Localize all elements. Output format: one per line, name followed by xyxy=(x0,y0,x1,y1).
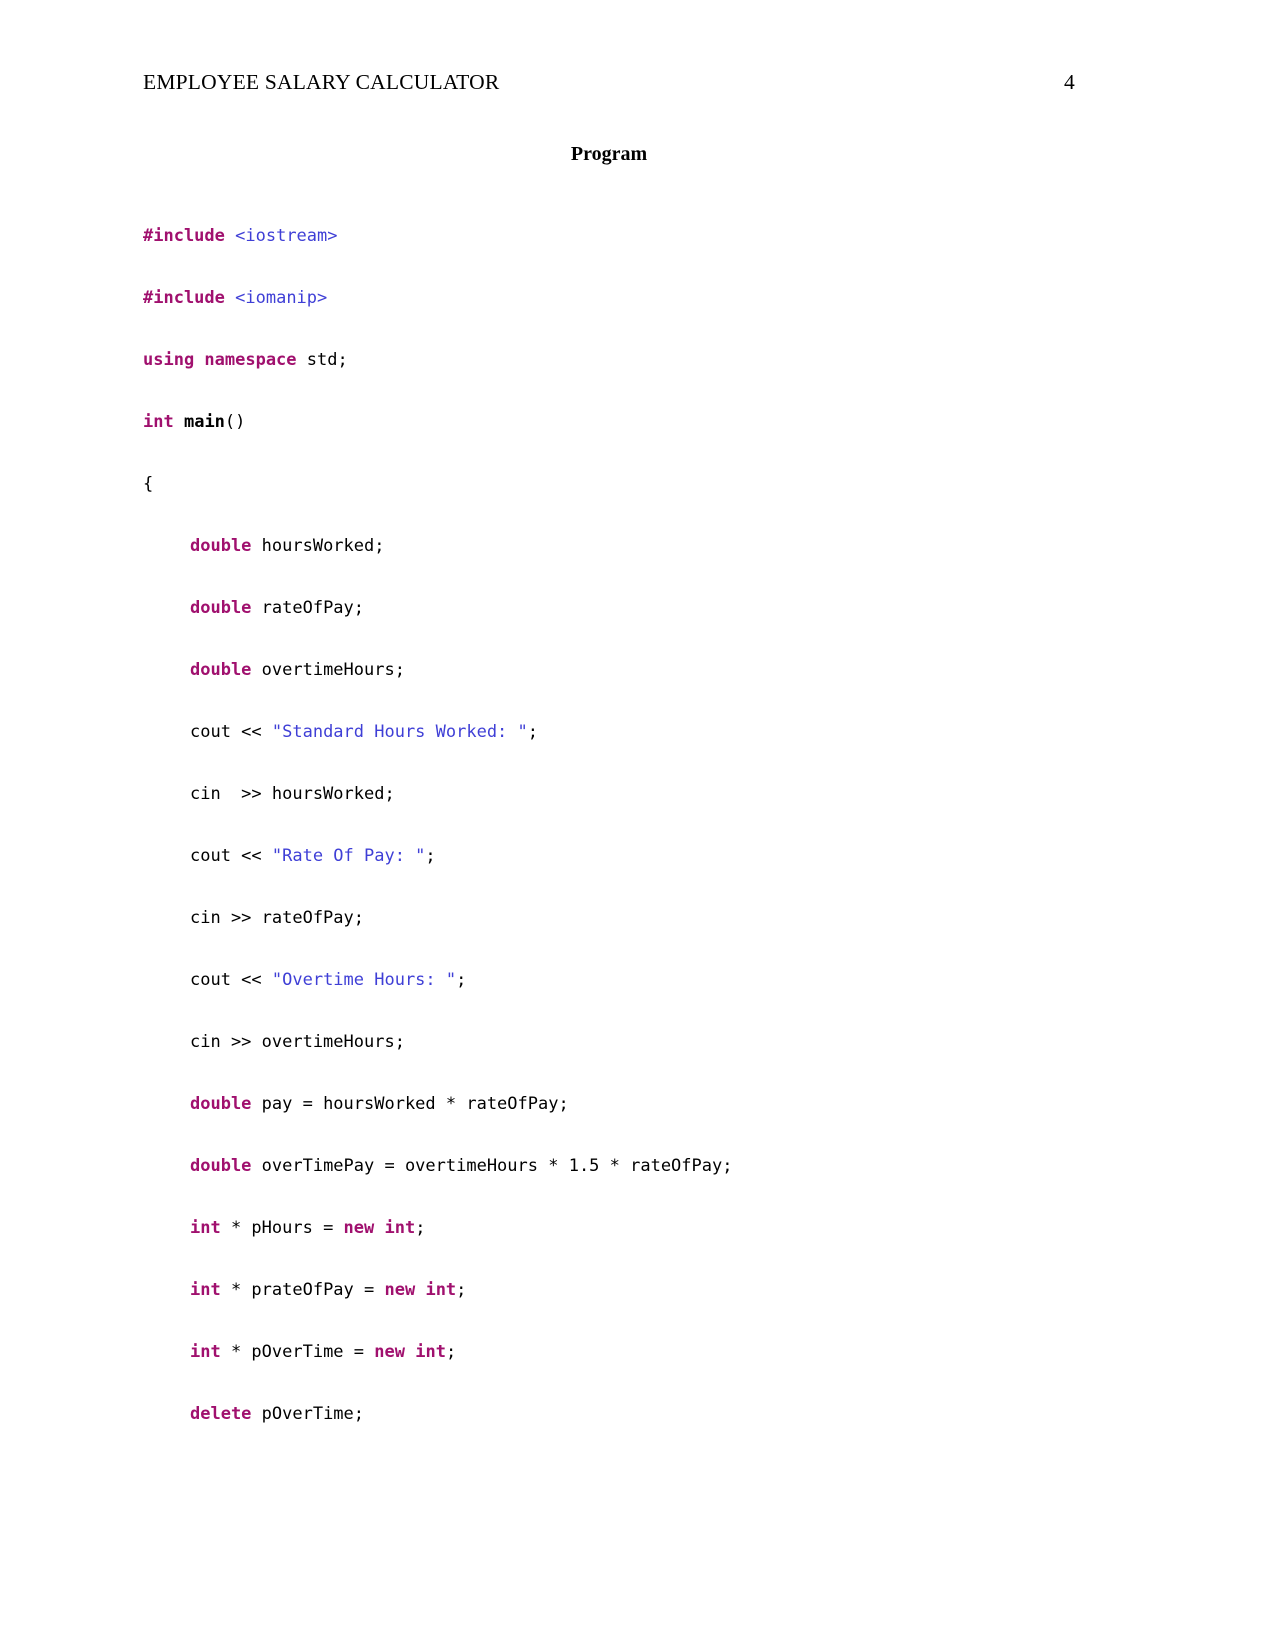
code-token-plain: ; xyxy=(456,1280,467,1300)
code-token-string: "Overtime Hours: " xyxy=(271,970,457,990)
code-line: #include <iostream> xyxy=(143,205,1143,267)
code-token-plain: pOverTime; xyxy=(251,1404,365,1424)
code-token-keyword: int xyxy=(415,1342,446,1362)
code-line: int * pHours = new int; xyxy=(143,1197,1143,1259)
code-token-plain: cout << xyxy=(190,722,272,742)
code-line: int * prateOfPay = new int; xyxy=(143,1259,1143,1321)
code-token-keyword: #include xyxy=(143,226,225,246)
code-line: double rateOfPay; xyxy=(143,577,1143,639)
code-token-plain: cin >> rateOfPay; xyxy=(190,908,364,928)
code-token-keyword: new xyxy=(374,1342,405,1362)
code-token-plain: ; xyxy=(415,1218,426,1238)
page-number: 4 xyxy=(1064,70,1075,94)
code-token-keyword: new xyxy=(384,1280,416,1300)
code-line: int * pOverTime = new int; xyxy=(143,1321,1143,1383)
code-line: cout << "Overtime Hours: "; xyxy=(143,949,1143,1011)
code-listing: #include <iostream> #include <iomanip> usi… xyxy=(143,205,1143,1445)
code-token-keyword: using namespace xyxy=(143,350,297,370)
code-line: double hoursWorked; xyxy=(143,515,1143,577)
code-token-keyword: double xyxy=(190,536,252,556)
code-token-string: "Standard Hours Worked: " xyxy=(271,722,528,742)
code-line: { xyxy=(143,453,1143,515)
running-header: EMPLOYEE SALARY CALCULATOR 4 xyxy=(143,70,1075,95)
code-line: int main() xyxy=(143,391,1143,453)
code-line: #include <iomanip> xyxy=(143,267,1143,329)
code-token-plain: pay = hoursWorked * rateOfPay; xyxy=(251,1094,569,1114)
code-token-keyword: delete xyxy=(190,1404,252,1424)
code-line: double pay = hoursWorked * rateOfPay; xyxy=(143,1073,1143,1135)
code-token-plain: overTimePay = overtimeHours * 1.5 * rate… xyxy=(251,1156,733,1176)
code-token-keyword: int xyxy=(190,1218,221,1238)
code-line: double overtimeHours; xyxy=(143,639,1143,701)
code-token-keyword: double xyxy=(190,1156,252,1176)
code-token-function: main xyxy=(183,412,225,432)
code-token-keyword: int xyxy=(425,1280,457,1300)
code-token-plain: * pOverTime = xyxy=(220,1342,375,1362)
code-token-plain: rateOfPay; xyxy=(251,598,365,618)
code-token-include_path: <iostream> xyxy=(235,226,338,246)
code-token-plain: hoursWorked; xyxy=(251,536,385,556)
code-token-keyword: #include xyxy=(143,288,225,308)
code-token-plain: overtimeHours; xyxy=(251,660,405,680)
code-token-keyword: int xyxy=(384,1218,416,1238)
code-line: cin >> overtimeHours; xyxy=(143,1011,1143,1073)
code-token-include_path: <iomanip> xyxy=(235,288,328,308)
code-token-keyword: int xyxy=(190,1280,221,1300)
code-line: using namespace std; xyxy=(143,329,1143,391)
code-token-plain: * prateOfPay = xyxy=(220,1280,385,1300)
code-token-plain: std; xyxy=(296,350,348,370)
code-line: cout << "Rate Of Pay: "; xyxy=(143,825,1143,887)
code-token-keyword: double xyxy=(190,660,252,680)
code-token-string: "Rate Of Pay: " xyxy=(271,846,426,866)
code-line: delete pOverTime; xyxy=(143,1383,1143,1445)
code-token-plain: () xyxy=(224,412,246,432)
code-token-plain: * pHours = xyxy=(220,1218,344,1238)
code-line: cout << "Standard Hours Worked: "; xyxy=(143,701,1143,763)
code-line: double overTimePay = overtimeHours * 1.5… xyxy=(143,1135,1143,1197)
code-token-plain: ; xyxy=(527,722,539,742)
code-line: cin >> rateOfPay; xyxy=(143,887,1143,949)
code-token-keyword: double xyxy=(190,598,252,618)
code-token-keyword: double xyxy=(190,1094,252,1114)
code-line: cin >> hoursWorked; xyxy=(143,763,1143,825)
code-token-plain: ; xyxy=(456,970,467,990)
code-token-keyword: new xyxy=(343,1218,375,1238)
code-token-plain: cout << xyxy=(190,846,272,866)
document-page: EMPLOYEE SALARY CALCULATOR 4 Program #in… xyxy=(0,0,1275,1651)
code-token-keyword: int xyxy=(190,1342,221,1362)
code-token-plain: cin >> overtimeHours; xyxy=(190,1032,405,1052)
code-token-plain: cout << xyxy=(190,970,272,990)
code-token-keyword: int xyxy=(143,412,174,432)
code-token-plain: ; xyxy=(425,846,436,866)
code-token-plain: ; xyxy=(445,1342,457,1362)
section-title: Program xyxy=(570,143,648,165)
code-token-plain: cin >> hoursWorked; xyxy=(190,784,395,804)
code-token-plain: { xyxy=(143,474,154,494)
page-header-title: EMPLOYEE SALARY CALCULATOR xyxy=(143,70,500,94)
